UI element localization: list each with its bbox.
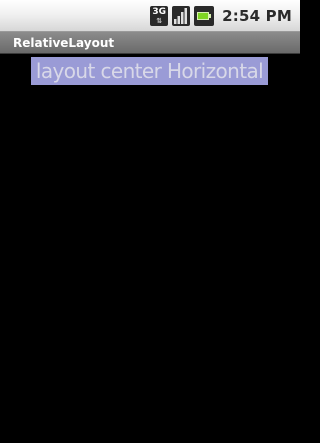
status-bar: 3G ⇅ 2:54 PM [0,0,300,32]
app-title: RelativeLayout [13,36,115,50]
network-3g-icon: 3G ⇅ [150,6,169,26]
network-type-label: 3G [152,7,166,17]
relative-layout-content: layout center Horizontal [0,54,300,443]
status-icons: 3G ⇅ 2:54 PM [150,6,292,26]
phone-screen: 3G ⇅ 2:54 PM RelativeLayout layout cente… [0,0,300,443]
center-horizontal-textview: layout center Horizontal [31,57,268,85]
signal-strength-icon [172,6,191,26]
app-title-bar: RelativeLayout [0,32,300,54]
status-clock: 2:54 PM [222,7,292,25]
battery-charging-icon [194,6,215,26]
